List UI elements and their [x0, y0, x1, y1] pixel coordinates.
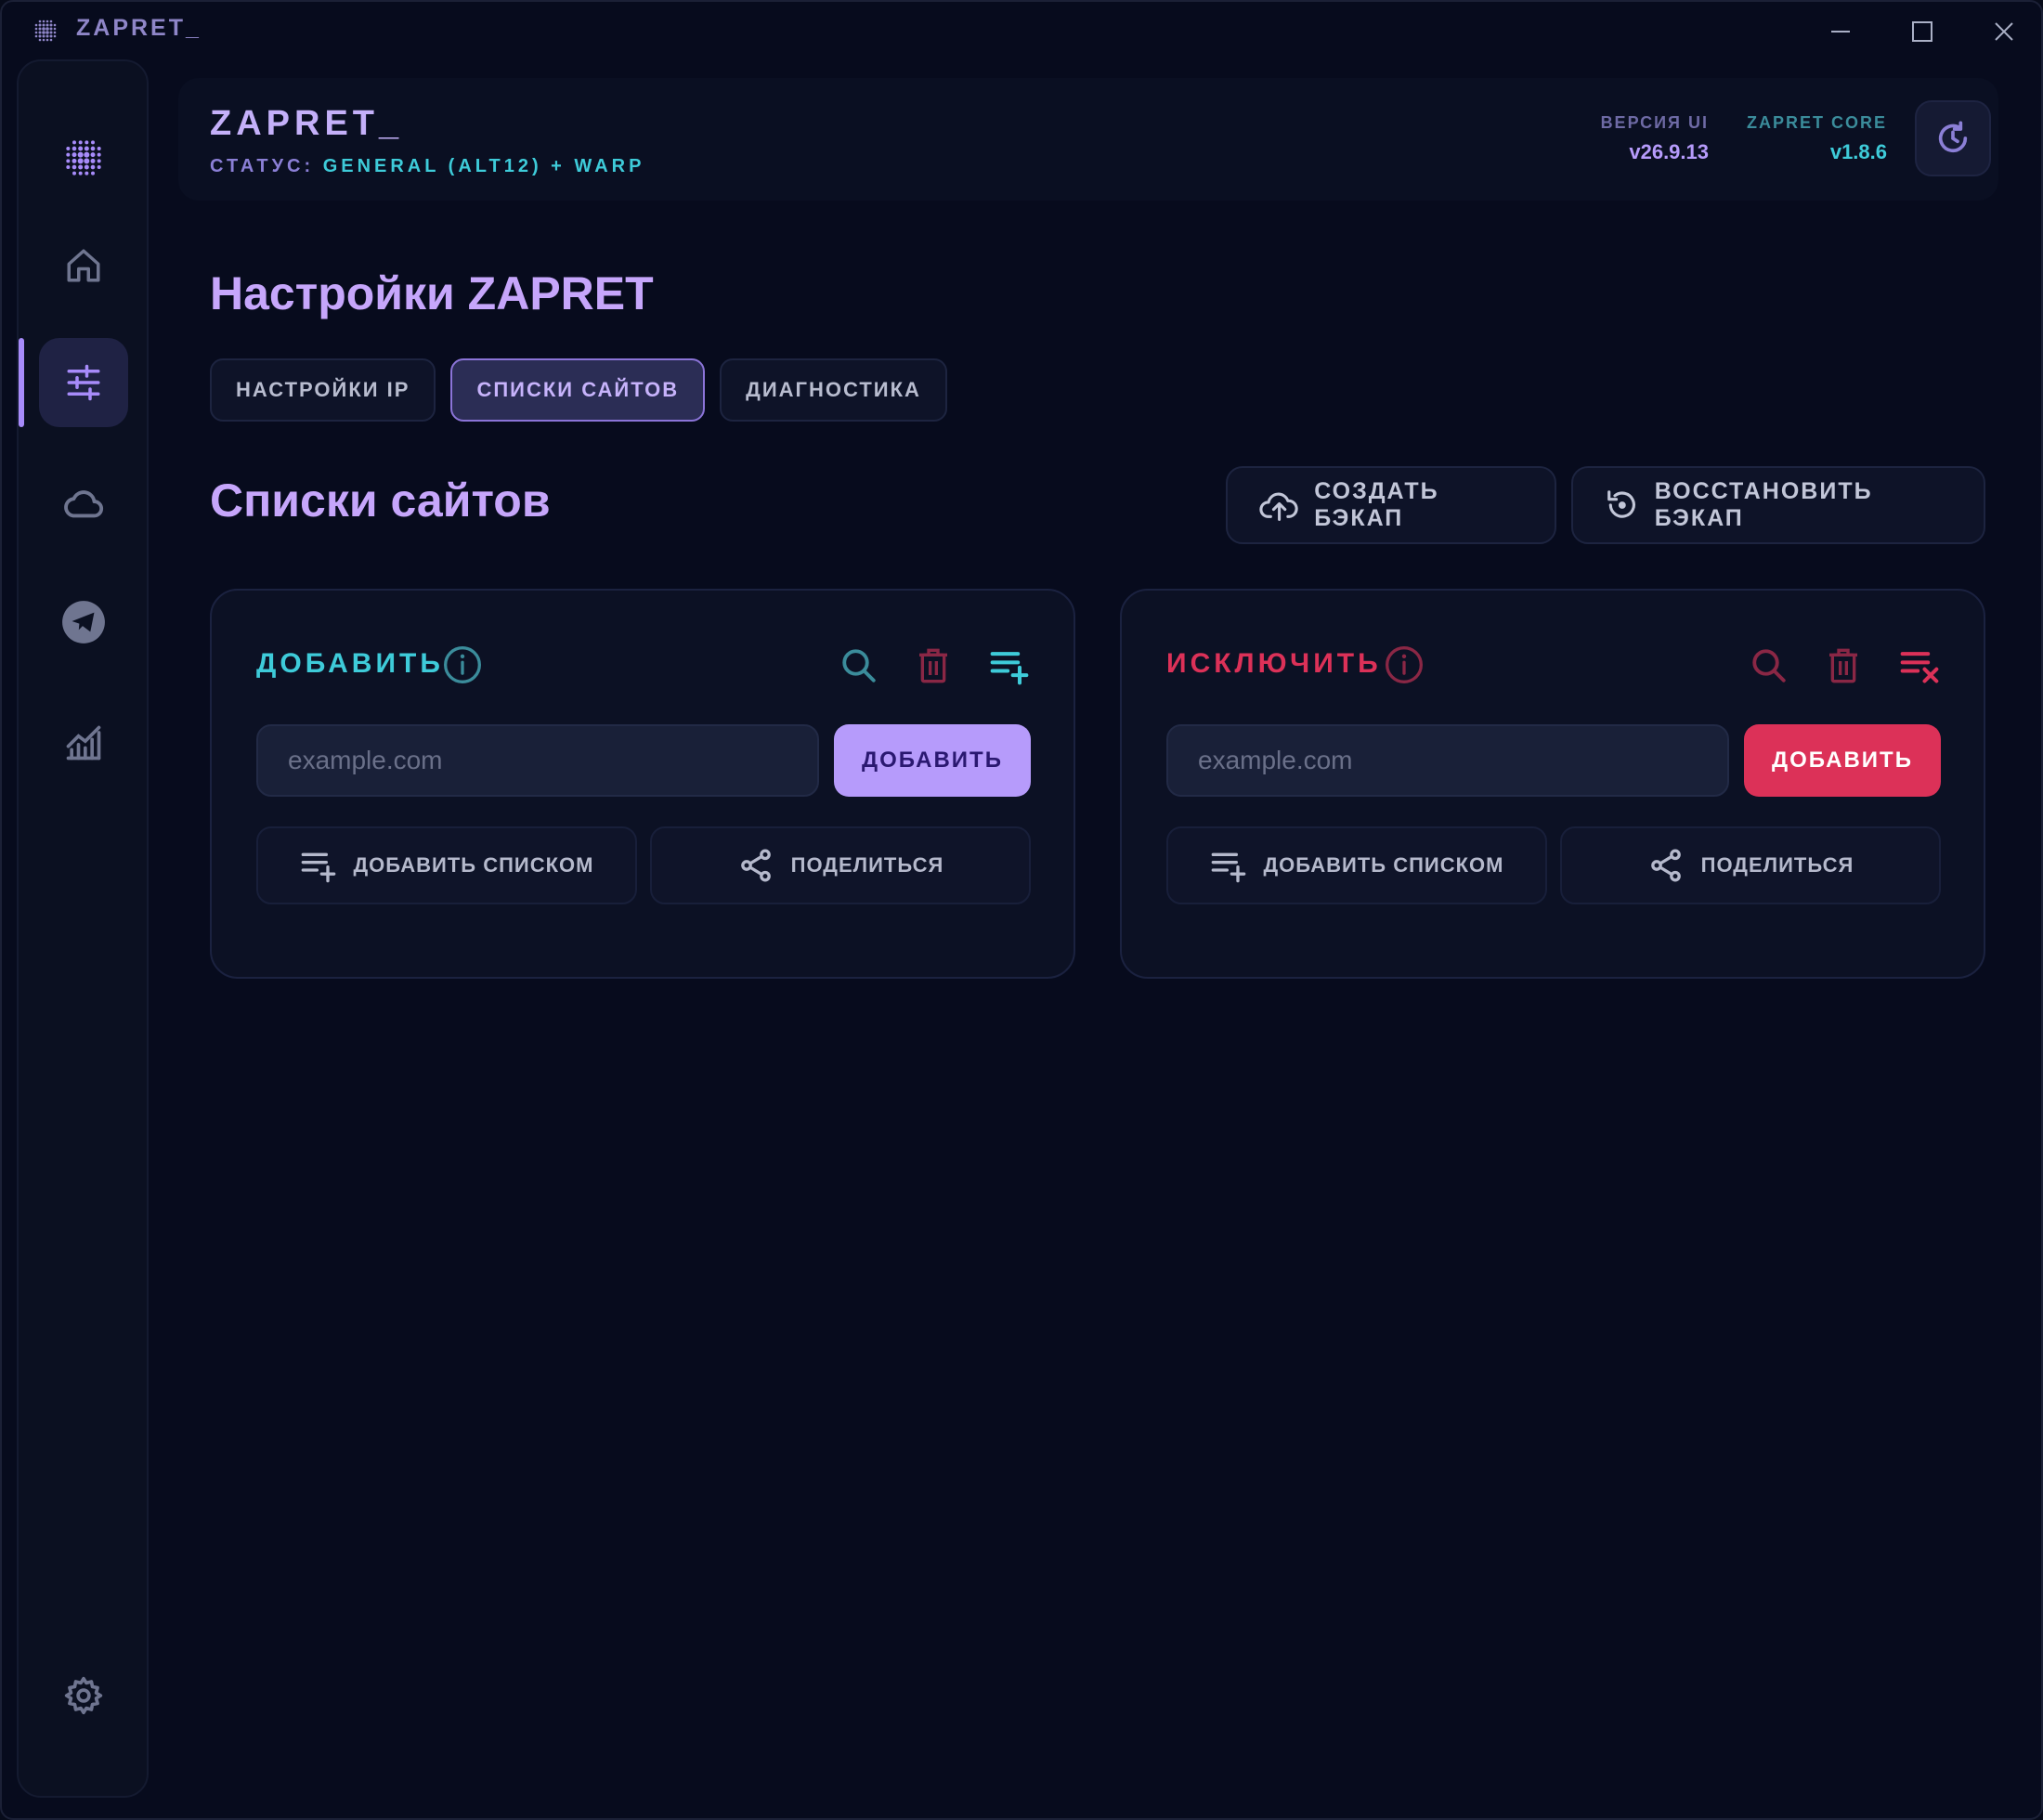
exclude-search-button[interactable]: [1748, 644, 1790, 687]
include-add-as-list-button[interactable]: ДОБАВИТЬ СПИСКОМ: [256, 826, 637, 904]
close-button[interactable]: [1976, 11, 2032, 52]
restore-backup-button[interactable]: ВОССТАНОВИТЬ БЭКАП: [1571, 466, 1985, 544]
include-card-title: ДОБАВИТЬ: [256, 648, 444, 679]
cloud-upload-icon: [1259, 492, 1298, 521]
exclude-remove-list-button[interactable]: [1898, 644, 1941, 687]
telegram-icon: [62, 601, 105, 644]
info-icon[interactable]: [1384, 644, 1425, 685]
refresh-button[interactable]: [1915, 100, 1991, 176]
include-share-button[interactable]: ПОДЕЛИТЬСЯ: [650, 826, 1031, 904]
minimize-icon: [1831, 31, 1850, 32]
exclude-share-button[interactable]: ПОДЕЛИТЬСЯ: [1560, 826, 1941, 904]
window-title: ZAPRET_: [76, 15, 202, 41]
sidebar: [17, 59, 149, 1798]
trash-icon: [1829, 648, 1857, 683]
sidebar-item-settings[interactable]: [39, 338, 128, 427]
title-bar: ZAPRET_: [2, 2, 2041, 59]
app-window: ZAPRET_ ZAPRET_ СТАТУС: GENERAL (ALT12) …: [0, 0, 2043, 1820]
playlist-remove-icon: [1900, 652, 1939, 683]
include-add-button[interactable]: ДОБАВИТЬ: [834, 724, 1031, 797]
include-domain-input[interactable]: [256, 724, 819, 797]
tab-diagnostics[interactable]: ДИАГНОСТИКА: [720, 358, 947, 422]
core-version: ZAPRET CORE v1.8.6: [1747, 113, 1887, 164]
tab-site-lists[interactable]: СПИСКИ САЙТОВ: [450, 358, 706, 422]
ui-version: ВЕРСИЯ UI v26.9.13: [1601, 113, 1709, 164]
exclude-add-as-list-label: ДОБАВИТЬ СПИСКОМ: [1263, 853, 1504, 877]
search-icon: [1752, 649, 1786, 682]
info-icon[interactable]: [442, 644, 483, 685]
sidebar-item-stats[interactable]: [39, 698, 128, 787]
playlist-add-icon: [990, 652, 1029, 685]
exclude-share-label: ПОДЕЛИТЬСЯ: [1700, 853, 1854, 877]
share-icon: [740, 849, 771, 882]
dot-grid-logo-icon: [66, 140, 101, 176]
core-version-value: v1.8.6: [1829, 140, 1887, 163]
include-list-card: ДОБАВИТЬ ДОБАВИТЬ: [210, 589, 1075, 979]
maximize-button[interactable]: [1894, 11, 1950, 52]
sidebar-logo: [39, 113, 128, 202]
ui-version-value: v26.9.13: [1629, 140, 1709, 163]
exclude-delete-button[interactable]: [1822, 644, 1865, 687]
home-icon: [67, 249, 100, 282]
sidebar-item-cloud[interactable]: [39, 459, 128, 548]
sidebar-item-telegram[interactable]: [39, 578, 128, 667]
ui-version-label: ВЕРСИЯ UI: [1600, 113, 1709, 132]
core-version-label: ZAPRET CORE: [1746, 113, 1887, 132]
status-line: СТАТУС: GENERAL (ALT12) + WARP: [210, 156, 644, 177]
share-icon: [1650, 849, 1681, 882]
create-backup-button[interactable]: СОЗДАТЬ БЭКАП: [1226, 466, 1556, 544]
section-title: Списки сайтов: [210, 474, 551, 526]
sliders-icon: [67, 364, 100, 401]
include-search-button[interactable]: [838, 644, 880, 687]
minimize-button[interactable]: [1813, 11, 1868, 52]
dot-grid-logo-icon: [34, 20, 57, 42]
maximize-icon: [1912, 21, 1932, 42]
search-icon: [842, 649, 876, 682]
sidebar-item-home[interactable]: [39, 221, 128, 310]
restore-icon: [1607, 490, 1635, 518]
app-name: ZAPRET_: [210, 104, 404, 143]
include-delete-button[interactable]: [912, 644, 955, 687]
status-value: GENERAL (ALT12) + WARP: [322, 156, 645, 176]
close-icon: [1995, 22, 2013, 41]
trash-icon: [919, 648, 947, 683]
restore-backup-label: ВОССТАНОВИТЬ БЭКАП: [1654, 478, 1873, 531]
cloud-icon: [64, 490, 104, 518]
active-indicator: [19, 338, 24, 427]
header-card: ZAPRET_ СТАТУС: GENERAL (ALT12) + WARP В…: [178, 78, 1998, 201]
tab-ip-settings[interactable]: НАСТРОЙКИ IP: [210, 358, 436, 422]
exclude-add-as-list-button[interactable]: ДОБАВИТЬ СПИСКОМ: [1166, 826, 1547, 904]
sidebar-item-gear[interactable]: [39, 1651, 128, 1740]
gear-icon: [64, 1676, 103, 1715]
include-share-label: ПОДЕЛИТЬСЯ: [790, 853, 944, 877]
status-label: СТАТУС:: [210, 156, 315, 176]
refresh-icon: [1938, 121, 1968, 153]
include-add-as-list-label: ДОБАВИТЬ СПИСКОМ: [353, 853, 594, 877]
tab-bar: НАСТРОЙКИ IP СПИСКИ САЙТОВ ДИАГНОСТИКА: [210, 358, 947, 422]
playlist-add-icon: [1211, 852, 1245, 883]
exclude-card-title: ИСКЛЮЧИТЬ: [1166, 648, 1382, 679]
exclude-list-card: ИСКЛЮЧИТЬ ДОБАВИТЬ: [1120, 589, 1985, 979]
chart-icon: [66, 725, 101, 760]
playlist-add-icon: [301, 852, 335, 883]
include-add-list-button[interactable]: [988, 644, 1031, 687]
exclude-domain-input[interactable]: [1166, 724, 1729, 797]
create-backup-label: СОЗДАТЬ БЭКАП: [1314, 478, 1439, 531]
page-title: Настройки ZAPRET: [210, 267, 654, 319]
exclude-add-button[interactable]: ДОБАВИТЬ: [1744, 724, 1941, 797]
